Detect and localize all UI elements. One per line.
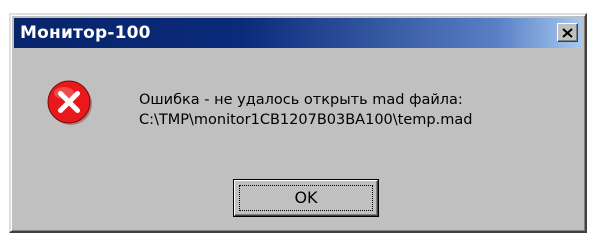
close-x-icon <box>562 27 573 38</box>
error-message-line-2: C:\TMP\monitor1CB1207B03BA100\temp.mad <box>139 112 473 128</box>
error-message: Ошибка - не удалось открыть mad файла: C… <box>139 90 472 130</box>
close-button[interactable] <box>557 23 578 42</box>
error-message-line-1: Ошибка - не удалось открыть mad файла: <box>139 92 463 108</box>
title-bar[interactable]: Монитор-100 <box>14 18 582 48</box>
ok-button[interactable]: OK <box>233 179 379 217</box>
error-dialog: Монитор-100 Ошибка - не удалось открыть … <box>9 13 587 233</box>
error-icon <box>47 80 92 125</box>
ok-button-label: OK <box>294 188 318 207</box>
window-title: Монитор-100 <box>20 23 151 43</box>
